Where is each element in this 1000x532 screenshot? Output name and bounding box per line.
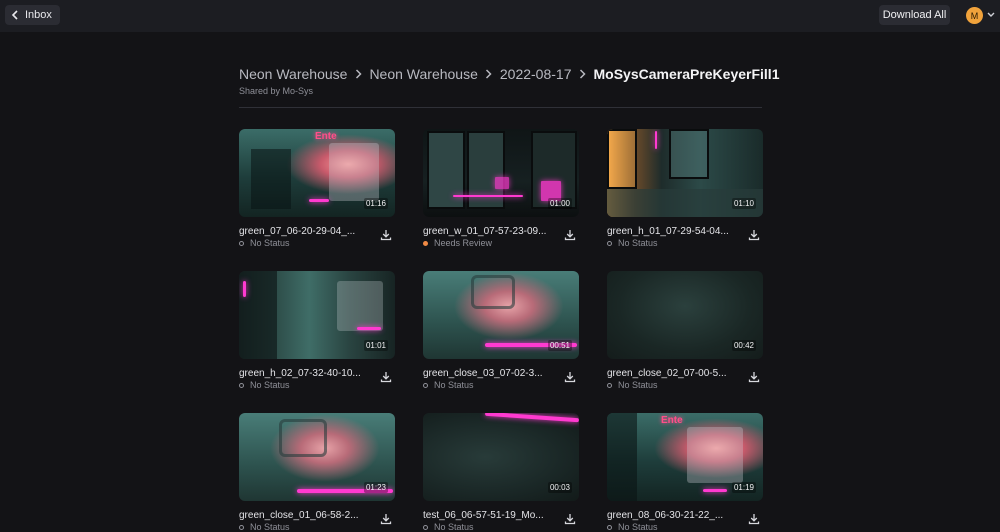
status-badge[interactable]: No Status xyxy=(607,522,658,532)
shared-by-text: Shared by Mo-Sys xyxy=(239,86,314,96)
status-label: Needs Review xyxy=(434,238,493,248)
lit-window-scene-thumbnail[interactable]: 01:10 xyxy=(607,129,763,217)
status-dot-icon xyxy=(423,524,428,530)
chevron-right-icon xyxy=(478,69,500,79)
asset-name[interactable]: green_close_03_07-02-3... xyxy=(423,368,548,379)
duration-label: 00:03 xyxy=(547,482,572,493)
asset-name[interactable]: green_close_01_06-58-2... xyxy=(239,510,364,521)
asset-name[interactable]: green_08_06-30-21-22_... xyxy=(607,510,732,521)
status-label: No Status xyxy=(250,380,290,390)
status-label: No Status xyxy=(618,238,658,248)
asset-name[interactable]: test_06_06-57-51-19_Mo... xyxy=(423,510,548,521)
status-badge[interactable]: No Status xyxy=(607,238,658,248)
top-bar: Inbox Download All M xyxy=(0,0,1000,32)
dark-scene-thumbnail[interactable]: 00:42 xyxy=(607,271,763,359)
duration-label: 01:00 xyxy=(547,198,572,209)
asset-card[interactable]: 01:23 green_close_01_06-58-2... No Statu… xyxy=(239,413,395,532)
duration-label: 01:23 xyxy=(363,482,388,493)
inbox-back-button[interactable]: Inbox xyxy=(5,5,60,25)
inbox-label: Inbox xyxy=(25,9,52,21)
asset-card[interactable]: 00:42 green_close_02_07-00-5... No Statu… xyxy=(607,271,763,390)
status-badge[interactable]: No Status xyxy=(607,380,658,390)
status-label: No Status xyxy=(434,522,474,532)
asset-name[interactable]: green_h_01_07-29-54-04... xyxy=(607,226,732,237)
status-label: No Status xyxy=(618,522,658,532)
status-dot-icon xyxy=(239,240,244,246)
breadcrumb: Neon Warehouse Neon Warehouse 2022-08-17… xyxy=(239,66,780,82)
status-label: No Status xyxy=(250,238,290,248)
asset-card[interactable]: 00:51 green_close_03_07-02-3... No Statu… xyxy=(423,271,579,390)
asset-card[interactable]: Ente 01:19 green_08_06-30-21-22_... No S… xyxy=(607,413,763,532)
status-dot-icon xyxy=(607,524,612,530)
breadcrumb-item-date[interactable]: 2022-08-17 xyxy=(500,66,572,82)
download-icon[interactable] xyxy=(748,371,760,383)
duration-label: 01:10 xyxy=(731,198,756,209)
chevron-down-icon[interactable] xyxy=(987,12,995,18)
duration-label: 01:16 xyxy=(363,198,388,209)
download-icon[interactable] xyxy=(564,229,576,241)
chevron-right-icon xyxy=(572,69,594,79)
hallway-scene-thumbnail[interactable]: 01:01 xyxy=(239,271,395,359)
status-label: No Status xyxy=(250,522,290,532)
status-badge[interactable]: No Status xyxy=(423,522,474,532)
status-badge[interactable]: No Status xyxy=(239,522,290,532)
asset-card[interactable]: 00:03 test_06_06-57-51-19_Mo... No Statu… xyxy=(423,413,579,532)
status-label: No Status xyxy=(618,380,658,390)
status-badge[interactable]: Needs Review xyxy=(423,238,492,248)
rv-neon-scene-thumbnail[interactable]: Ente 01:16 xyxy=(239,129,395,217)
download-icon[interactable] xyxy=(564,371,576,383)
breadcrumb-current: MoSysCameraPreKeyerFill1 xyxy=(593,66,780,82)
download-all-button[interactable]: Download All xyxy=(879,5,950,25)
status-dot-icon xyxy=(607,240,612,246)
asset-name[interactable]: green_w_01_07-57-23-09... xyxy=(423,226,548,237)
rv-neon-scene-thumbnail[interactable]: Ente 01:19 xyxy=(607,413,763,501)
duration-label: 00:51 xyxy=(547,340,572,351)
asset-card[interactable]: 01:00 green_w_01_07-57-23-09... Needs Re… xyxy=(423,129,579,248)
duration-label: 01:01 xyxy=(363,340,388,351)
closeup-scene-thumbnail[interactable]: 01:23 xyxy=(239,413,395,501)
asset-card[interactable]: 01:01 green_h_02_07-32-40-10... No Statu… xyxy=(239,271,395,390)
status-dot-icon xyxy=(239,524,244,530)
warehouse-window-scene-thumbnail[interactable]: 01:00 xyxy=(423,129,579,217)
dark-neon-scene-thumbnail[interactable]: 00:03 xyxy=(423,413,579,501)
download-icon[interactable] xyxy=(748,229,760,241)
download-icon[interactable] xyxy=(748,513,760,525)
status-badge[interactable]: No Status xyxy=(423,380,474,390)
status-dot-icon xyxy=(423,382,428,388)
status-badge[interactable]: No Status xyxy=(239,238,290,248)
divider xyxy=(239,107,762,108)
asset-card[interactable]: 01:10 green_h_01_07-29-54-04... No Statu… xyxy=(607,129,763,248)
download-icon[interactable] xyxy=(380,229,392,241)
avatar[interactable]: M xyxy=(966,7,983,24)
chevron-right-icon xyxy=(347,69,369,79)
download-icon[interactable] xyxy=(564,513,576,525)
asset-card[interactable]: Ente 01:16 green_07_06-20-29-04_... No S… xyxy=(239,129,395,248)
asset-name[interactable]: green_07_06-20-29-04_... xyxy=(239,226,364,237)
duration-label: 01:19 xyxy=(731,482,756,493)
asset-name[interactable]: green_close_02_07-00-5... xyxy=(607,368,732,379)
closeup-scene-thumbnail[interactable]: 00:51 xyxy=(423,271,579,359)
duration-label: 00:42 xyxy=(731,340,756,351)
download-icon[interactable] xyxy=(380,513,392,525)
status-badge[interactable]: No Status xyxy=(239,380,290,390)
chevron-left-icon xyxy=(11,10,18,20)
status-dot-icon xyxy=(423,240,428,246)
download-icon[interactable] xyxy=(380,371,392,383)
status-dot-icon xyxy=(607,382,612,388)
breadcrumb-item-project[interactable]: Neon Warehouse xyxy=(239,66,347,82)
status-dot-icon xyxy=(239,382,244,388)
status-label: No Status xyxy=(434,380,474,390)
breadcrumb-item-folder[interactable]: Neon Warehouse xyxy=(369,66,477,82)
asset-name[interactable]: green_h_02_07-32-40-10... xyxy=(239,368,364,379)
